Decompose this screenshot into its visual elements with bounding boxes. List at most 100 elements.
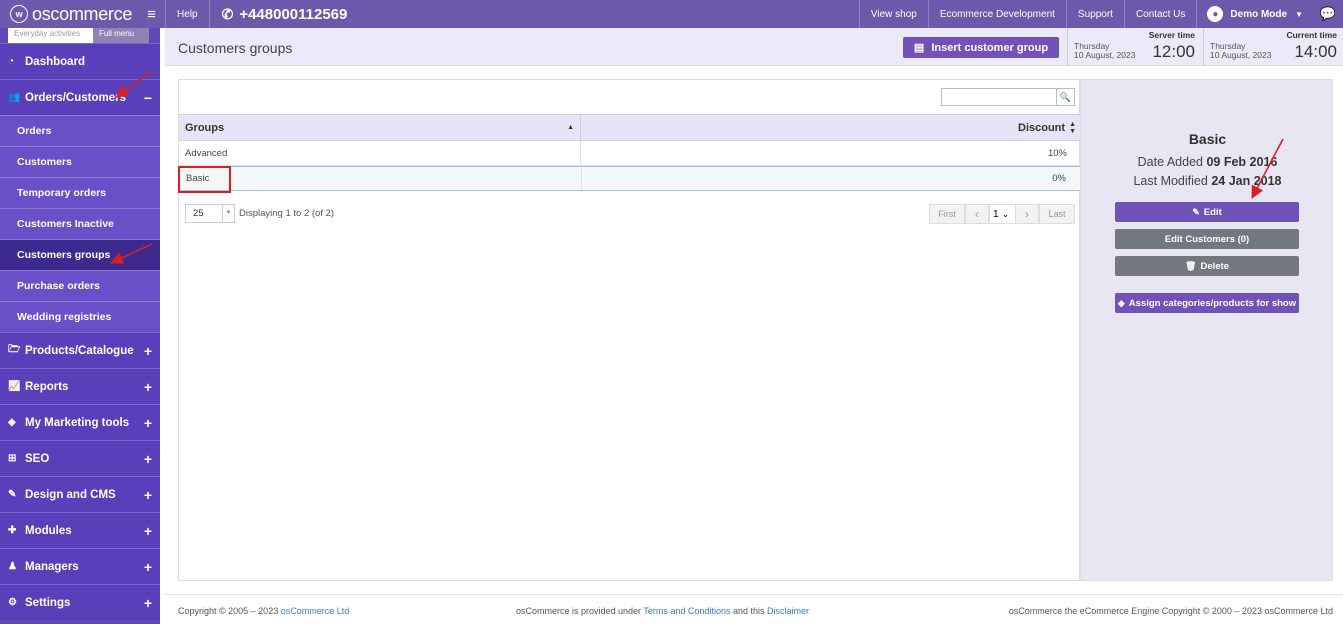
sidebar: Everyday activities Full menu ◔ Dashboar… — [0, 28, 160, 624]
per-page-select[interactable]: 25 ▼ — [185, 204, 235, 223]
prev-page-icon[interactable]: ‹ — [965, 204, 989, 224]
sidebar-subitem-customers-groups[interactable]: Customers groups — [0, 239, 160, 270]
user-icon: ♟ — [8, 561, 17, 572]
assign-categories-button[interactable]: ◈ Assign categories/products for show — [1115, 293, 1299, 313]
expand-icon[interactable]: + — [144, 343, 152, 359]
user-menu[interactable]: ● Demo Mode ▼ — [1196, 0, 1313, 28]
chat-icon[interactable]: 💬 — [1313, 0, 1343, 28]
date-added-label: Date Added — [1137, 155, 1203, 169]
top-bar: w oscommerce ≡ Help ✆ +448000112569 View… — [0, 0, 1343, 28]
server-date: 10 August, 2023 — [1074, 50, 1136, 60]
last-page-button[interactable]: Last — [1039, 204, 1075, 224]
groups-table: Groups ▲ Discount ▲ ▼ Advanced 10% Basic … — [178, 114, 1081, 193]
column-label: Groups — [185, 121, 225, 134]
edit-customers-button[interactable]: Edit Customers (0) — [1115, 229, 1299, 249]
assign-label: Assign categories/products for show — [1128, 297, 1297, 309]
tab-full-menu[interactable]: Full menu — [93, 28, 149, 43]
collapse-icon[interactable]: − — [144, 90, 152, 106]
discount-cell: 0% — [1052, 173, 1066, 184]
expand-icon[interactable]: + — [144, 523, 152, 539]
server-time-box: Server time Thursday 10 August, 2023 12:… — [1067, 28, 1201, 66]
date-added: Date Added 09 Feb 2016 — [1081, 155, 1334, 169]
insert-customer-group-button[interactable]: ▤ Insert customer group — [903, 37, 1059, 58]
company-link[interactable]: osCommerce Ltd — [281, 606, 350, 616]
sidebar-item-marketing-tools[interactable]: ◈ My Marketing tools + — [0, 404, 160, 440]
search-icon[interactable]: 🔍 — [1057, 88, 1075, 106]
terms-link[interactable]: Terms and Conditions — [643, 606, 730, 616]
table-row[interactable]: Advanced 10% — [179, 141, 1081, 166]
sidebar-item-settings[interactable]: ⚙ Settings + — [0, 584, 160, 620]
users-icon: 👥 — [8, 92, 21, 103]
support-link[interactable]: Support — [1065, 0, 1124, 28]
details-panel: Basic Date Added 09 Feb 2016 Last Modifi… — [1080, 79, 1333, 581]
last-modified: Last Modified 24 Jan 2018 — [1081, 174, 1334, 188]
sidebar-item-label: Design and CMS — [25, 488, 116, 501]
group-name-cell: Basic — [180, 167, 582, 190]
puzzle-icon: ✚ — [8, 525, 17, 536]
expand-icon[interactable]: + — [144, 415, 152, 431]
column-label: Discount — [1018, 121, 1066, 134]
sidebar-subitem-customers[interactable]: Customers — [0, 146, 160, 177]
expand-icon[interactable]: + — [144, 379, 152, 395]
current-time-date: Thursday 10 August, 2023 — [1210, 42, 1271, 60]
sitemap-icon: ⊞ — [8, 453, 17, 464]
table-header: Groups ▲ Discount ▲ ▼ — [179, 114, 1081, 141]
last-modified-value: 24 Jan 2018 — [1211, 174, 1282, 188]
delete-label: Delete — [1200, 260, 1229, 272]
sidebar-item-label: Modules — [25, 524, 72, 537]
pagination-row: 25 ▼ Displaying 1 to 2 (of 2) First ‹ 1 … — [185, 204, 1075, 224]
sidebar-item-seo[interactable]: ⊞ SEO + — [0, 440, 160, 476]
logo[interactable]: w oscommerce — [0, 0, 138, 28]
contact-us-link[interactable]: Contact Us — [1123, 0, 1196, 28]
page-title: Customers groups — [178, 40, 293, 56]
sidebar-item-managers[interactable]: ♟ Managers + — [0, 548, 160, 584]
column-header-groups[interactable]: Groups ▲ — [179, 115, 581, 140]
expand-icon[interactable]: + — [144, 451, 152, 467]
date-added-value: 09 Feb 2016 — [1206, 155, 1278, 169]
sidebar-item-label: Managers — [25, 560, 79, 573]
document-icon: ▤ — [913, 42, 925, 54]
help-link[interactable]: Help — [165, 0, 209, 28]
cogs-icon: ⚙ — [8, 597, 17, 608]
disclaimer-link[interactable]: Disclaimer — [767, 606, 809, 616]
sidebar-item-dashboard[interactable]: ◔ Dashboard — [0, 43, 160, 79]
sidebar-item-orders-customers[interactable]: 👥 Orders/Customers − — [0, 79, 160, 115]
sidebar-subitem-temporary-orders[interactable]: Temporary orders — [0, 177, 160, 208]
ecommerce-development-link[interactable]: Ecommerce Development — [927, 0, 1066, 28]
insert-button-label: Insert customer group — [931, 41, 1049, 54]
page-select[interactable]: 1 ⌄ — [989, 204, 1016, 224]
sidebar-item-label: Reports — [25, 380, 69, 393]
view-shop-link[interactable]: View shop — [858, 0, 928, 28]
sidebar-item-design-cms[interactable]: ✎ Design and CMS + — [0, 476, 160, 512]
sidebar-item-products-catalogue[interactable]: 🗁 Products/Catalogue + — [0, 332, 160, 368]
table-row-selected[interactable]: Basic 0% — [178, 166, 1081, 193]
tab-everyday-activities[interactable]: Everyday activities — [8, 28, 93, 43]
delete-button[interactable]: 🗑 Delete — [1115, 256, 1299, 276]
sidebar-item-label: Orders/Customers — [25, 91, 126, 104]
server-time-label: Server time — [1148, 30, 1195, 40]
next-page-icon[interactable]: › — [1015, 204, 1039, 224]
sidebar-subitem-purchase-orders[interactable]: Purchase orders — [0, 270, 160, 301]
search-input[interactable] — [941, 88, 1057, 106]
first-page-button[interactable]: First — [929, 204, 965, 224]
column-header-discount[interactable]: Discount ▲ ▼ — [581, 115, 1081, 140]
menu-icon[interactable]: ≡ — [138, 0, 165, 28]
tag-icon: ◈ — [1117, 297, 1125, 308]
expand-icon[interactable]: + — [144, 595, 152, 611]
per-page-value: 25 — [193, 208, 204, 219]
phone-text: +448000112569 — [239, 5, 348, 23]
sidebar-item-reports[interactable]: 📈 Reports + — [0, 368, 160, 404]
sidebar-subitem-wedding-registries[interactable]: Wedding registries — [0, 301, 160, 332]
sidebar-item-label: Products/Catalogue — [25, 344, 134, 357]
sidebar-item-label: My Marketing tools — [25, 416, 130, 429]
edit-button[interactable]: ✎ Edit — [1115, 202, 1299, 222]
expand-icon[interactable]: + — [144, 559, 152, 575]
brush-icon: ✎ — [8, 489, 17, 500]
sidebar-subitem-orders[interactable]: Orders — [0, 115, 160, 146]
sidebar-subitem-customers-inactive[interactable]: Customers Inactive — [0, 208, 160, 239]
sidebar-item-modules[interactable]: ✚ Modules + — [0, 512, 160, 548]
current-date: 10 August, 2023 — [1210, 50, 1272, 60]
sidebar-tabs: Everyday activities Full menu — [0, 28, 160, 43]
expand-icon[interactable]: + — [144, 487, 152, 503]
sidebar-item-label: SEO — [25, 452, 50, 465]
